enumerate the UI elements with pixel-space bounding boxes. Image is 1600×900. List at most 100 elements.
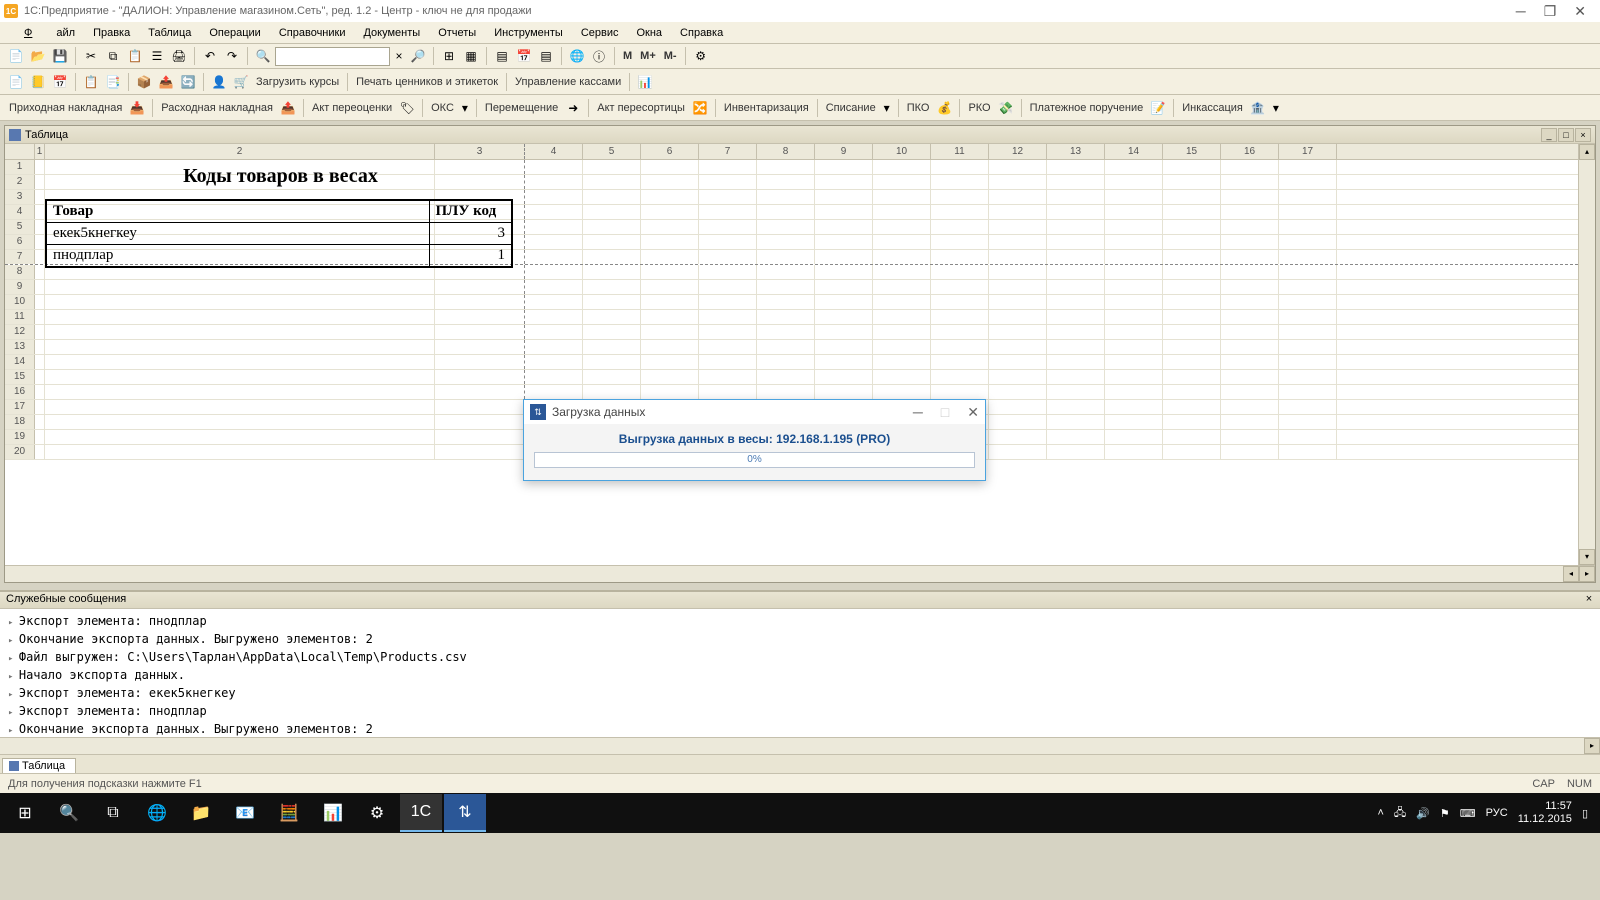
grid-cell[interactable] — [815, 340, 873, 354]
grid-cell[interactable] — [815, 325, 873, 339]
grid-cell[interactable] — [989, 205, 1047, 219]
mdi-tab[interactable]: Таблица — [2, 758, 76, 773]
grid-cell[interactable] — [1163, 160, 1221, 174]
grid-cell[interactable] — [989, 370, 1047, 384]
col-header[interactable]: 12 — [989, 144, 1047, 159]
grid-cell[interactable] — [435, 280, 525, 294]
doc4-icon[interactable]: 📋 — [81, 72, 101, 92]
grid-cell[interactable] — [1105, 340, 1163, 354]
grid-cell[interactable] — [757, 385, 815, 399]
grid-cell[interactable] — [1105, 220, 1163, 234]
grid-cell[interactable] — [1221, 205, 1279, 219]
1c-icon[interactable]: 1C — [400, 794, 442, 832]
start-button[interactable]: ⊞ — [4, 794, 46, 832]
grid-cell[interactable] — [1105, 310, 1163, 324]
grid-cell[interactable] — [1047, 310, 1105, 324]
dialog-close-icon[interactable]: ✕ — [967, 404, 979, 421]
move-button[interactable]: Перемещение — [482, 102, 561, 114]
window-maximize-icon[interactable]: ❐ — [1544, 3, 1557, 20]
grid-cell[interactable] — [35, 250, 45, 264]
grid-cell[interactable] — [525, 280, 583, 294]
grid-cell[interactable] — [45, 340, 435, 354]
grid-cell[interactable] — [699, 235, 757, 249]
grid-cell[interactable] — [35, 235, 45, 249]
search-go-icon[interactable]: 🔎 — [408, 46, 428, 66]
grid-cell[interactable] — [641, 355, 699, 369]
grid-cell[interactable] — [583, 250, 641, 264]
grid-cell[interactable] — [815, 295, 873, 309]
grid-cell[interactable] — [1279, 265, 1337, 279]
grid-cell[interactable] — [815, 310, 873, 324]
col-header[interactable]: 4 — [525, 144, 583, 159]
grid-cell[interactable] — [1105, 400, 1163, 414]
grid-cell[interactable] — [699, 160, 757, 174]
undo-icon[interactable]: ↶ — [200, 46, 220, 66]
grid-cell[interactable] — [757, 235, 815, 249]
rko-icon[interactable]: 💸 — [996, 98, 1016, 118]
grid-cell[interactable] — [1047, 280, 1105, 294]
grid-cell[interactable] — [1105, 385, 1163, 399]
grid-cell[interactable] — [699, 310, 757, 324]
grid-cell[interactable] — [1163, 265, 1221, 279]
grid-cell[interactable] — [699, 220, 757, 234]
payment-icon[interactable]: 📝 — [1148, 98, 1168, 118]
grid-cell[interactable] — [931, 220, 989, 234]
grid-cell[interactable] — [989, 355, 1047, 369]
dialog-titlebar[interactable]: ⇅ Загрузка данных ─ □ ✕ — [524, 400, 985, 424]
grid-cell[interactable] — [45, 430, 435, 444]
row-header[interactable]: 15 — [5, 370, 35, 384]
grid-cell[interactable] — [525, 160, 583, 174]
grid-cell[interactable] — [699, 250, 757, 264]
incoming-icon[interactable]: 📥 — [127, 98, 147, 118]
grid-cell[interactable] — [35, 190, 45, 204]
app9-icon[interactable]: ⚙ — [356, 794, 398, 832]
grid-cell[interactable] — [989, 235, 1047, 249]
grid-cell[interactable] — [641, 250, 699, 264]
grid-cell[interactable] — [525, 355, 583, 369]
payment-button[interactable]: Платежное поручение — [1027, 102, 1147, 114]
grid-cell[interactable] — [583, 175, 641, 189]
grid-cell[interactable] — [583, 235, 641, 249]
window-minimize-icon[interactable]: ─ — [1516, 3, 1526, 20]
grid-cell[interactable] — [525, 310, 583, 324]
grid-cell[interactable] — [757, 280, 815, 294]
grid-cell[interactable] — [989, 445, 1047, 459]
grid-cell[interactable] — [641, 370, 699, 384]
grid-cell[interactable] — [1279, 190, 1337, 204]
grid-cell[interactable] — [815, 250, 873, 264]
grid-cell[interactable] — [641, 190, 699, 204]
grid-cell[interactable] — [1105, 295, 1163, 309]
row-header[interactable]: 19 — [5, 430, 35, 444]
grid-cell[interactable] — [873, 235, 931, 249]
grid-cell[interactable] — [45, 295, 435, 309]
grid-cell[interactable] — [1163, 370, 1221, 384]
grid-cell[interactable] — [1221, 310, 1279, 324]
col-header[interactable]: 2 — [45, 144, 435, 159]
spreadsheet-grid[interactable]: 1 2 3 4 5 6 7 8 9 10 11 12 13 14 15 16 1 — [5, 144, 1578, 565]
settings-icon[interactable]: ⚙ — [691, 46, 711, 66]
grid-row[interactable]: 9 — [5, 280, 1578, 295]
grid-cell[interactable] — [1105, 205, 1163, 219]
messages-close-icon[interactable]: × — [1582, 593, 1596, 605]
print-icon[interactable]: 🖨 — [169, 46, 189, 66]
grid-cell[interactable] — [1047, 400, 1105, 414]
grid-cell[interactable] — [641, 295, 699, 309]
grid-cell[interactable] — [583, 370, 641, 384]
col-header[interactable]: 10 — [873, 144, 931, 159]
grid-cell[interactable] — [931, 235, 989, 249]
grid-cell[interactable] — [525, 370, 583, 384]
explorer-icon[interactable]: 📁 — [180, 794, 222, 832]
grid-cell[interactable] — [1221, 325, 1279, 339]
grid-cell[interactable] — [873, 295, 931, 309]
grid-cell[interactable] — [1105, 190, 1163, 204]
grid-cell[interactable] — [931, 370, 989, 384]
grid-cell[interactable] — [989, 265, 1047, 279]
grid-cell[interactable] — [873, 280, 931, 294]
grid-cell[interactable] — [525, 325, 583, 339]
grid-cell[interactable] — [1279, 175, 1337, 189]
row-header[interactable]: 16 — [5, 385, 35, 399]
grid-cell[interactable] — [1163, 310, 1221, 324]
grid-cell[interactable] — [1163, 235, 1221, 249]
grid-cell[interactable] — [641, 220, 699, 234]
scroll-up-icon[interactable]: ▴ — [1579, 144, 1595, 160]
